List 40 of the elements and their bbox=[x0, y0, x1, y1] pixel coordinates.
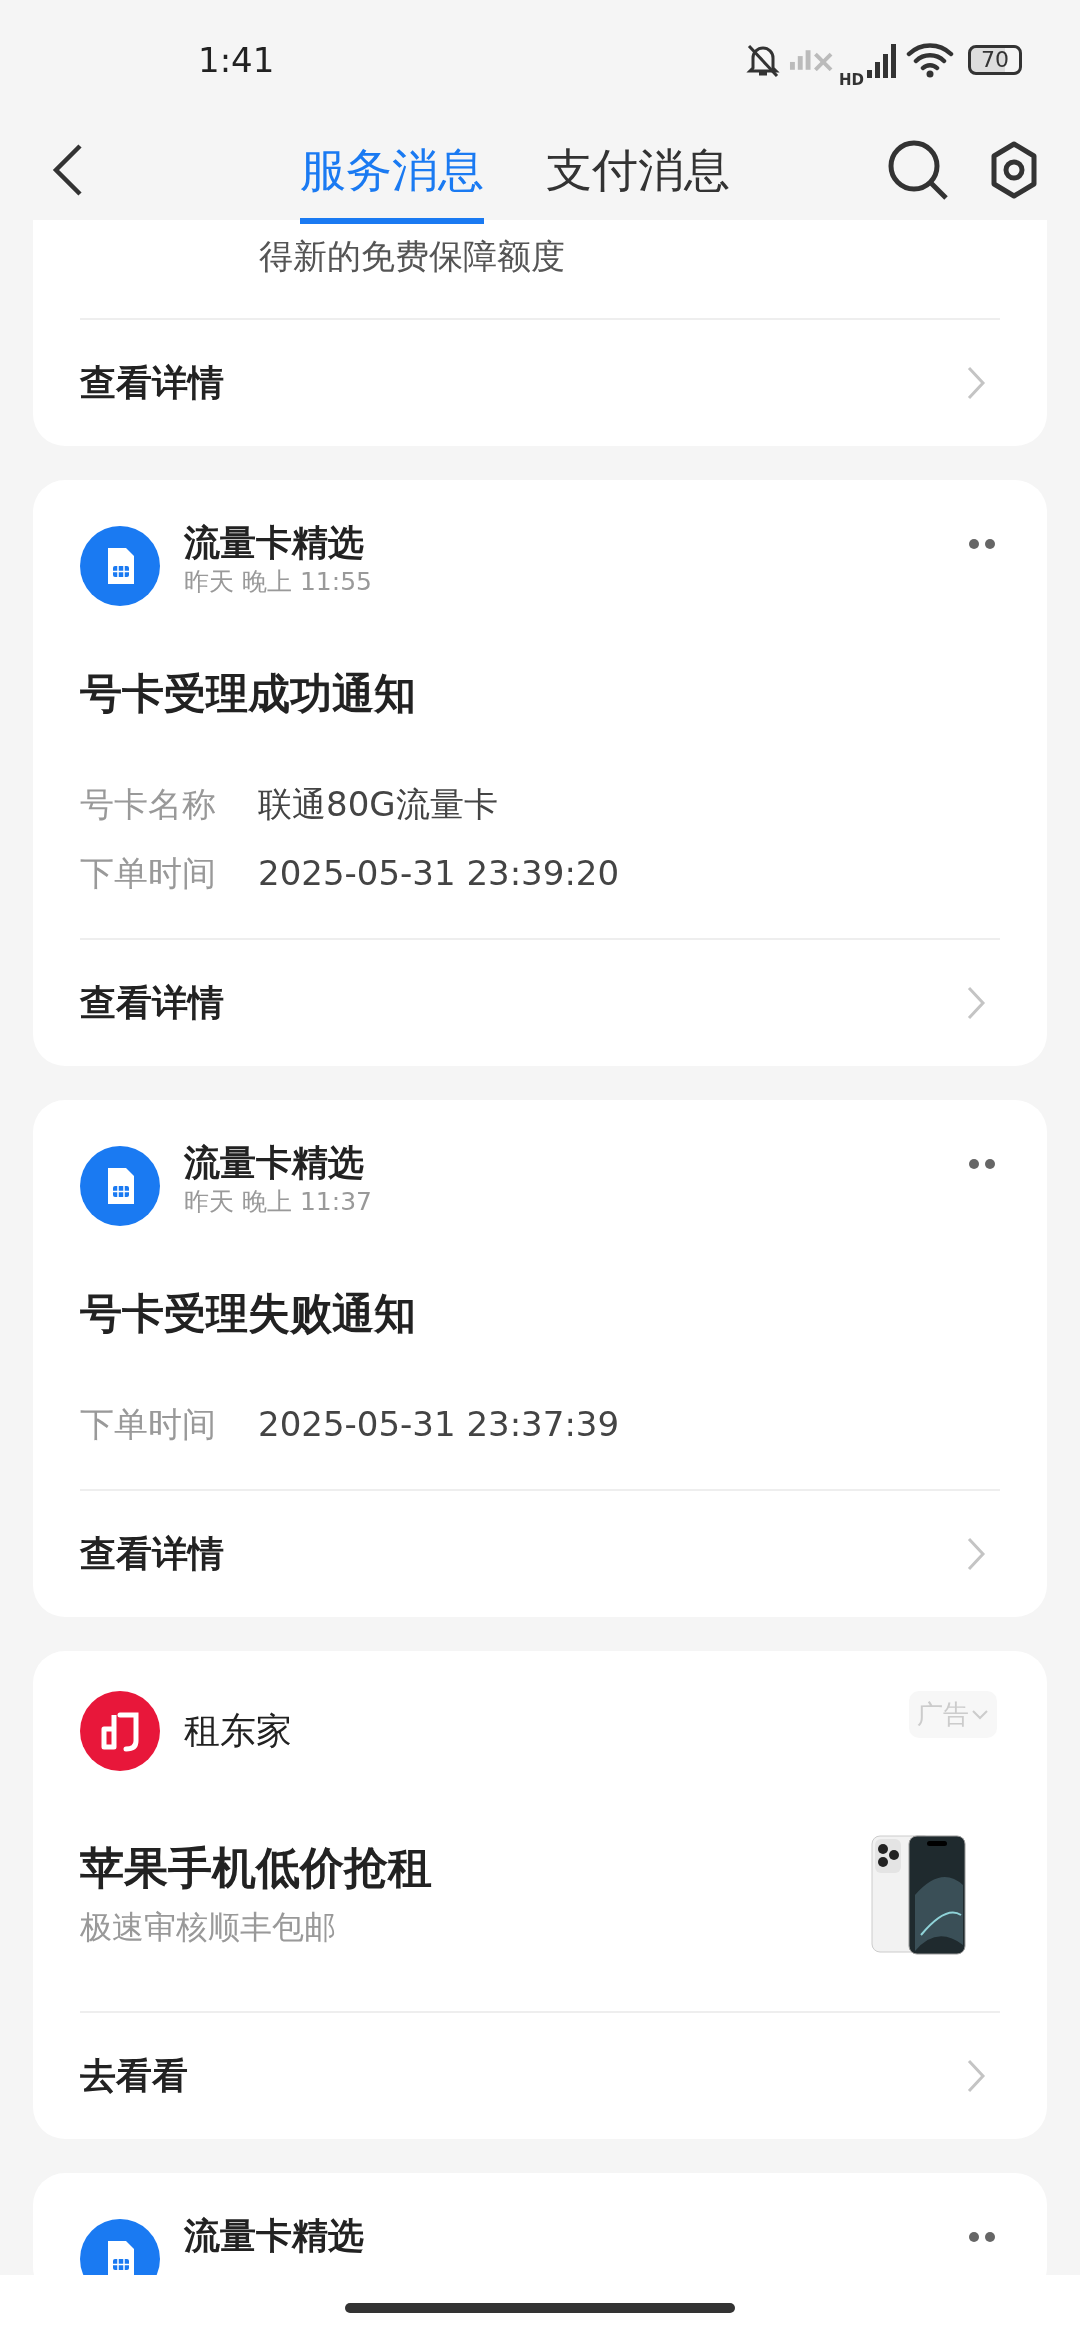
no-signal-icon bbox=[789, 49, 833, 71]
field-label: 下单时间 bbox=[80, 1403, 217, 1446]
battery-indicator: 70 bbox=[968, 45, 1022, 75]
field-label: 下单时间 bbox=[80, 852, 217, 895]
tab[interactable]: 支付消息 bbox=[546, 130, 730, 224]
message-heading: 号卡受理失败通知 bbox=[80, 1288, 417, 1340]
home-indicator[interactable] bbox=[345, 2302, 735, 2313]
field-value: 2025-05-31 23:39:20 bbox=[258, 852, 620, 895]
search-icon[interactable] bbox=[886, 138, 950, 202]
sender-name: 流量卡精选 bbox=[184, 1141, 365, 1185]
caret-icon bbox=[971, 1708, 989, 1721]
sender-name: 租东家 bbox=[184, 1709, 293, 1753]
details-link[interactable]: 查看详情 bbox=[80, 318, 1000, 446]
chevron-right-icon bbox=[966, 2058, 986, 2094]
status-time: 1:41 bbox=[198, 40, 275, 80]
chevron-right-icon bbox=[966, 985, 986, 1021]
message-time: 昨天 晚上 11:55 bbox=[184, 566, 373, 598]
more-icon[interactable] bbox=[967, 1158, 997, 1170]
details-link[interactable]: 查看详情 bbox=[80, 1489, 1000, 1617]
chevron-right-icon bbox=[966, 365, 986, 401]
sender-name: 流量卡精选 bbox=[184, 521, 365, 565]
field-value: 联通80G流量卡 bbox=[258, 783, 498, 826]
details-link[interactable]: 查看详情 bbox=[80, 938, 1000, 1066]
go-see-link[interactable]: 去看看 bbox=[80, 2011, 1000, 2139]
sim-card-icon bbox=[80, 1146, 160, 1226]
sender-name: 流量卡精选 bbox=[184, 2214, 365, 2258]
field-value: 2025-05-31 23:37:39 bbox=[258, 1403, 620, 1446]
more-icon[interactable] bbox=[967, 538, 997, 550]
sim-card-icon bbox=[80, 526, 160, 606]
ad-subtitle: 极速审核顺丰包邮 bbox=[80, 1907, 337, 1948]
message-time: 昨天 晚上 11:37 bbox=[184, 1186, 373, 1218]
message-heading: 号卡受理成功通知 bbox=[80, 668, 417, 720]
ad-heading: 苹果手机低价抢租 bbox=[80, 1841, 432, 1895]
message-text: 得新的免费保障额度 bbox=[258, 235, 566, 278]
brand-logo-icon bbox=[80, 1691, 160, 1771]
more-icon[interactable] bbox=[967, 2231, 997, 2243]
chevron-right-icon bbox=[966, 1536, 986, 1572]
field-label: 号卡名称 bbox=[80, 783, 217, 826]
wifi-icon bbox=[906, 42, 954, 78]
network-label: HD bbox=[839, 71, 864, 89]
